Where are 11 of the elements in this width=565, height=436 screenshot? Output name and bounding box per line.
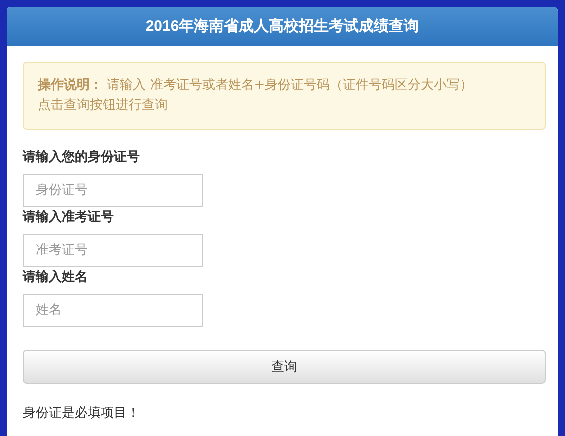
query-button[interactable]: 查询 [23,350,546,384]
notice-text: 点击查询按钮进行查询 [38,97,169,115]
page-title: 2016年海南省成人高校招生考试成绩查询 [146,17,420,36]
field-label: 请输入姓名 [23,270,88,286]
notice-text: 操作说明： 请输入 准考证号或者姓名+身份证号码（证件号码区分大小写） [38,77,474,95]
input-field[interactable]: 身份证号 [23,174,203,207]
validation-message: 身份证是必填项目！ [23,405,140,422]
field-label: 请输入准考证号 [23,210,114,226]
field-label: 请输入您的身份证号 [23,150,140,166]
input-field[interactable]: 姓名 [23,294,203,327]
input-field[interactable]: 准考证号 [23,234,203,267]
